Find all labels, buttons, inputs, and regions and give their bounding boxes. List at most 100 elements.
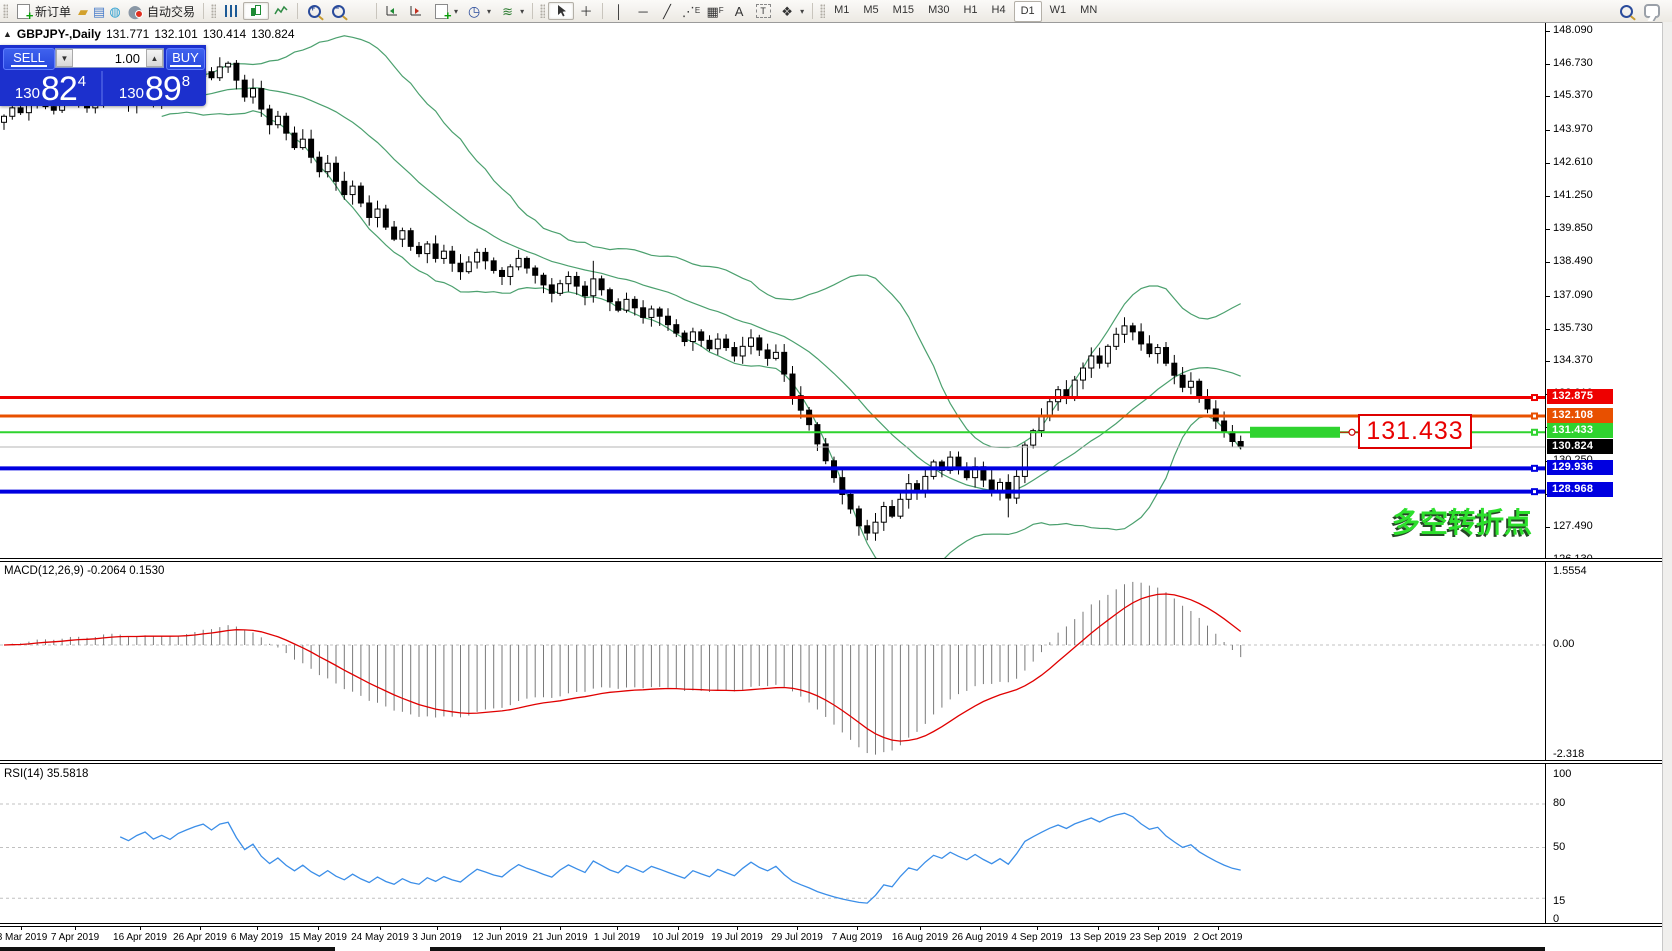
rsi-scale-label: 50 [1553,841,1566,853]
toolbar-separator [297,3,299,19]
ohlc-open: 131.771 [105,27,150,41]
fibo-fan-icon: ▦ F [706,3,724,19]
tile-windows-button[interactable] [350,2,372,20]
timeframe-h1[interactable]: H1 [957,1,983,20]
panel-separator[interactable] [0,558,1662,562]
date-tick [318,927,319,930]
search-icon[interactable] [1618,3,1634,19]
toolbar-grip [820,4,826,18]
date-tick [857,927,858,930]
date-tick [797,927,798,930]
signals-icon[interactable]: ◍ [107,3,123,19]
date-label: 15 May 2019 [289,932,347,943]
bar-chart-icon [224,5,238,17]
volume-stepper: ▼ 1.00 ▲ [55,48,164,68]
trendline-button[interactable]: ╱ [655,2,679,20]
bottom-edge-bar [430,947,1545,951]
timeframe-m15[interactable]: M15 [887,1,920,20]
new-order-button[interactable]: + 新订单 [11,2,75,22]
price-tag: 130.824 [1547,439,1613,454]
sell-button[interactable]: SELL [3,48,55,70]
sell-price[interactable]: 130 82 4 [0,71,103,106]
zoom-out-icon: − [330,3,346,19]
macd-scale-label: -2.318 [1553,748,1585,760]
toolbar-separator [812,3,814,19]
macd-label: MACD(12,26,9) -0.2064 0.1530 [4,565,165,577]
toolbar-grip [3,4,8,18]
date-tick [1158,927,1159,930]
timeframe-m30[interactable]: M30 [922,1,955,20]
indicators-button[interactable]: ≋ ▾ [495,2,528,20]
toolbar-separator [532,3,534,19]
mt4-window: + 新订单 ▰ ▤ ◍ ⬤ 自动交易 + − +▾ ◷▾ ≋▾ [0,0,1672,951]
price-tick-label: 138.490 [1553,255,1593,267]
price-tick [1546,527,1550,528]
period-button[interactable]: ◷ ▾ [462,2,495,20]
text-label-button[interactable]: T [751,2,775,20]
price-tick [1546,31,1550,32]
price-tick [1546,96,1550,97]
auto-scroll-button[interactable] [381,2,405,20]
price-callout-box[interactable]: 131.433 [1358,414,1472,449]
volume-down-button[interactable]: ▼ [56,49,73,67]
buy-button[interactable]: BUY [166,48,205,70]
cursor-button[interactable] [548,2,575,20]
chart-canvas[interactable] [0,23,1546,951]
date-label: 19 Jul 2019 [711,932,763,943]
date-tick [1037,927,1038,930]
shapes-button[interactable]: ❖ ▾ [775,2,808,20]
cursor-icon [553,3,569,19]
one-click-trading-panel: SELL ▼ 1.00 ▲ BUY 130 82 4 130 89 8 [0,45,206,106]
date-label: 26 Aug 2019 [951,932,1009,943]
market-watch-icon[interactable]: ▤ [91,3,107,19]
price-tick [1546,262,1550,263]
date-tick [1098,927,1099,930]
price-tag: 129.936 [1547,460,1613,475]
chat-icon[interactable] [1644,3,1660,19]
date-tick [257,927,258,930]
templates-button[interactable]: + ▾ [429,2,462,22]
line-chart-button[interactable] [269,2,293,20]
price-tick-label: 146.730 [1553,57,1593,69]
profiles-icon[interactable]: ▰ [75,3,91,19]
timeframe-m1[interactable]: M1 [828,1,855,20]
date-tick [437,927,438,930]
date-axis[interactable]: 8 Mar 2019 7 Apr 2019 16 Apr 2019 26 Apr 20… [0,927,1662,947]
timeframe-mn[interactable]: MN [1074,1,1103,20]
horizontal-line-button[interactable]: ─ [631,2,655,20]
bar-chart-button[interactable] [219,2,243,20]
price-axis[interactable]: 148.090 146.730 145.370 143.970 142.610 141.2… [1546,23,1662,927]
zoom-in-button[interactable]: + [302,2,326,20]
timeframe-h4[interactable]: H4 [986,1,1012,20]
fibo-fan-button[interactable]: ▦ F [703,2,727,20]
buy-price[interactable]: 130 89 8 [103,71,206,106]
candlestick-chart-button[interactable] [243,2,270,20]
autotrading-button[interactable]: ⬤ 自动交易 [123,2,199,20]
vertical-line-button[interactable]: │ [607,2,631,20]
price-tick [1546,329,1550,330]
chart-shift-button[interactable] [405,2,429,20]
text-button[interactable]: A [727,2,751,20]
volume-value[interactable]: 1.00 [73,49,146,67]
annotation-text[interactable]: 多空转折点 [1392,501,1532,541]
line-chart-icon [273,3,289,19]
price-tick-label: 139.850 [1553,222,1593,234]
price-tick [1546,130,1550,131]
zoom-out-button[interactable]: − [326,2,350,20]
panel-separator[interactable] [0,760,1662,764]
crosshair-button[interactable]: ＋ [574,2,598,20]
highlight-segment[interactable] [1250,426,1340,438]
clock-icon: ◷ [467,3,481,19]
date-label: 6 May 2019 [230,932,284,943]
fibonacci-button[interactable]: ⋰ E [679,2,703,20]
volume-up-button[interactable]: ▲ [146,49,163,67]
date-label: 4 Sep 2019 [1011,932,1063,943]
collapse-arrow-icon[interactable]: ▲ [3,29,12,39]
timeframe-w1[interactable]: W1 [1044,1,1073,20]
macd-signal-line [3,593,1242,742]
date-tick [1218,927,1219,930]
timeframe-m5[interactable]: M5 [857,1,884,20]
macd-scale-label: 1.5554 [1553,565,1587,577]
timeframe-d1[interactable]: D1 [1013,0,1042,22]
price-tick-label: 127.490 [1553,520,1593,532]
